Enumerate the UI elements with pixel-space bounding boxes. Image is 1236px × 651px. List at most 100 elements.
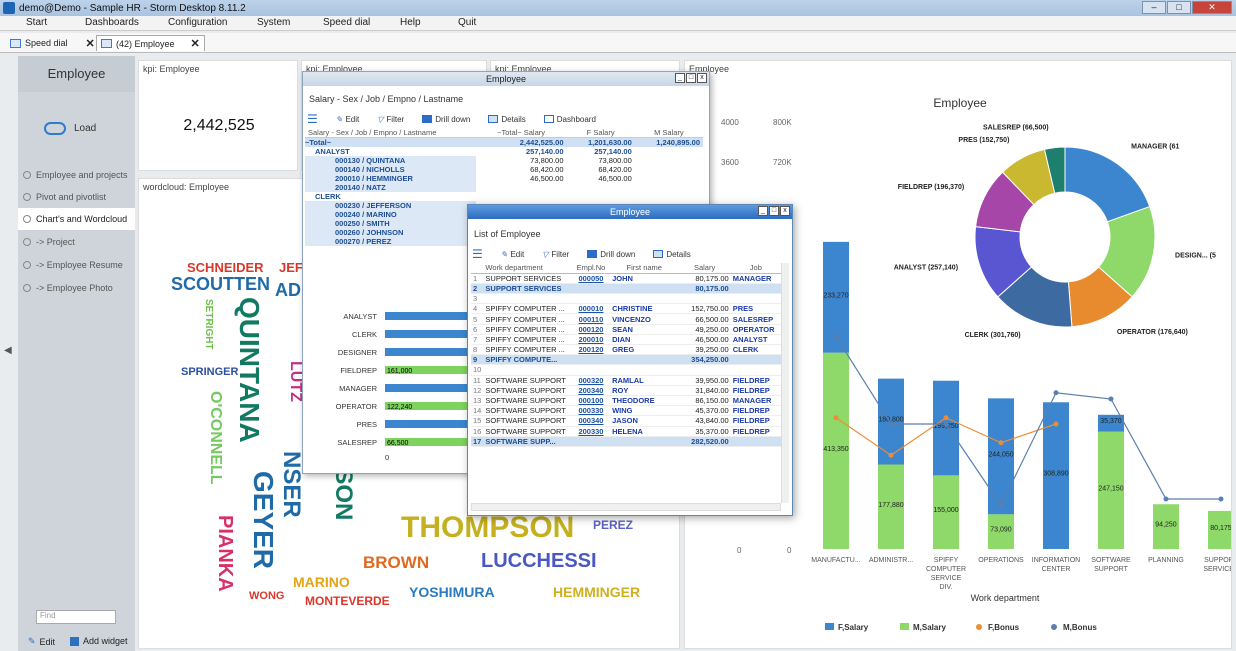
minimize-button[interactable]: _ [758,206,768,216]
menu-configuration[interactable]: Configuration [168,17,227,28]
minimize-button[interactable]: – [1142,1,1166,14]
close-tab-icon[interactable]: ✕ [191,37,200,50]
column-header[interactable]: M Salary [634,128,703,138]
sidebar-item-charts[interactable]: Chart's and Wordcloud [18,208,135,230]
table-row[interactable]: 8 SPIFFY COMPUTER ... 200120 GREG 39,250… [471,344,781,356]
table-row[interactable]: 10 [471,364,781,376]
emp-no-link[interactable]: 000010 [571,303,611,315]
drill-down-button[interactable]: Drill down [587,250,635,259]
maximize-button[interactable]: □ [686,73,696,83]
collapse-sidebar-icon[interactable]: ◀ [4,345,12,356]
emp-no-link[interactable]: 000330 [571,405,611,417]
emp-no-link[interactable] [571,283,611,295]
minimize-button[interactable]: _ [675,73,685,83]
maximize-button[interactable]: □ [769,206,779,216]
emp-no-link[interactable]: 000110 [571,313,611,325]
tab-employee[interactable]: (42) Employee ✕ [96,35,205,51]
sidebar-item-project[interactable]: -> Project [18,231,135,253]
table-row[interactable]: 5 SPIFFY COMPUTER ... 000110 VINCENZO 66… [471,313,781,325]
pivot-row[interactable]: 200010 / HEMMINGER 46,500.00 46,500.00 [305,174,703,183]
sidebar-item-employee-projects[interactable]: Employee and projects [18,164,135,186]
sidebar-item-photo[interactable]: -> Employee Photo [18,277,135,299]
table-row[interactable]: 9 SPIFFY COMPUTE... 354,250.00 [471,354,781,366]
emp-no-link[interactable] [571,354,611,366]
table-row[interactable]: 6 SPIFFY COMPUTER ... 000120 SEAN 49,250… [471,324,781,335]
pivot-row[interactable]: CLERK [305,192,703,201]
column-header[interactable]: Job [730,263,781,274]
sidebar-item-pivot[interactable]: Pivot and pivotlist [18,186,135,208]
close-button[interactable]: ✕ [1192,1,1232,14]
emp-no-link[interactable]: 200330 [571,426,611,437]
emp-no-link[interactable]: 200010 [571,334,611,346]
emp-no-link[interactable]: 000320 [571,375,611,386]
column-header[interactable]: First name [610,263,679,274]
details-button[interactable]: Details [488,115,526,124]
details-button[interactable]: Details [653,250,691,259]
wordcloud-word: THOMPSON [401,511,575,544]
menu-help[interactable]: Help [400,17,421,28]
emp-no-link[interactable] [571,436,611,447]
menu-start[interactable]: Start [26,17,47,28]
menu-quit[interactable]: Quit [458,17,476,28]
drill-down-button[interactable]: Drill down [422,115,470,124]
tab-speed-dial[interactable]: Speed dial ✕ [6,35,99,51]
menu-speed-dial[interactable]: Speed dial [323,17,370,28]
load-button[interactable]: Load [44,122,96,135]
emp-no-link[interactable]: 000050 [571,273,611,284]
filter-button[interactable]: ▽ Filter [377,115,404,124]
emp-no-link[interactable]: 200340 [571,385,611,396]
pivot-row[interactable]: 000140 / NICHOLLS 68,420.00 68,420.00 [305,165,703,174]
pivot-row[interactable]: ~Total~ 2,442,525.00 1,201,630.00 1,240,… [305,137,703,147]
close-button[interactable]: x [697,73,707,83]
edit-button[interactable]: ✎ Edit [28,636,55,647]
table-row[interactable]: 7 SPIFFY COMPUTER ... 200010 DIAN 46,500… [471,334,781,346]
column-header[interactable]: Salary [678,263,731,274]
menu-system[interactable]: System [257,17,290,28]
emp-no-link[interactable] [571,293,611,305]
table-row[interactable]: 16 SOFTWARE SUPPORT 200330 HELENA 35,370… [471,426,781,437]
pivot-row[interactable]: 200140 / NATZ [305,183,703,192]
emp-no-link[interactable]: 000340 [571,415,611,427]
close-tab-icon[interactable]: ✕ [86,37,95,50]
pivot-row[interactable]: 000130 / QUINTANA 73,800.00 73,800.00 [305,156,703,165]
menu-icon[interactable]: ☰ [472,247,483,261]
table-row[interactable]: 1 SUPPORT SERVICES 000050 JOHN 80,175.00… [471,273,781,284]
dashboard-button[interactable]: Dashboard [543,115,596,124]
edit-button[interactable]: ✎ Edit [501,250,525,259]
add-widget-button[interactable]: Add widget [70,636,128,646]
column-header[interactable]: Work department [483,263,572,274]
filter-button[interactable]: ▽ Filter [542,250,569,259]
bar-category-label: OPERATOR [336,402,378,411]
table-row[interactable]: 17 SOFTWARE SUPP... 282,520.00 [471,436,781,447]
row-number: 2 [471,283,484,295]
column-header[interactable]: ~Total~ Salary [475,128,567,138]
maximize-button[interactable]: □ [1167,1,1191,14]
column-header[interactable]: F Salary [566,128,635,138]
emp-no-link[interactable]: 200120 [571,344,611,356]
table-row[interactable]: 2 SUPPORT SERVICES 80,175.00 [471,283,781,295]
menu-icon[interactable]: ☰ [307,112,318,126]
bar-category-label: SALESREP [337,438,377,447]
sidebar-item-resume[interactable]: -> Employee Resume [18,254,135,276]
column-header[interactable]: Empl.No [571,263,611,274]
column-header[interactable]: Salary - Sex / Job / Empno / Lastname [305,128,476,138]
emp-no-link[interactable]: 000120 [571,324,611,335]
table-row[interactable]: 4 SPIFFY COMPUTER ... 000010 CHRISTINE 1… [471,303,781,315]
close-button[interactable]: x [780,206,790,216]
emp-no-link[interactable] [571,364,611,376]
menu-dashboards[interactable]: Dashboards [85,17,139,28]
window-controls: _ □ x [675,73,707,83]
table-row[interactable]: 11 SOFTWARE SUPPORT 000320 RAMLAL 39,950… [471,375,781,386]
find-input[interactable]: Find [36,610,116,624]
table-row[interactable]: 13 SOFTWARE SUPPORT 000100 THEODORE 86,1… [471,395,781,407]
table-row[interactable]: 3 [471,293,781,305]
table-row[interactable]: 15 SOFTWARE SUPPORT 000340 JASON 43,840.… [471,415,781,427]
horizontal-scrollbar[interactable] [471,503,781,511]
pivot-row[interactable]: ANALYST 257,140.00 257,140.00 [305,147,703,156]
table-row[interactable]: 12 SOFTWARE SUPPORT 200340 ROY 31,840.00… [471,385,781,396]
emp-no-link[interactable]: 000100 [571,395,611,407]
vertical-scrollbar[interactable] [781,263,789,503]
edit-button[interactable]: ✎ Edit [336,115,360,124]
table-row[interactable]: 14 SOFTWARE SUPPORT 000330 WING 45,370.0… [471,405,781,417]
load-label: Load [74,123,97,134]
